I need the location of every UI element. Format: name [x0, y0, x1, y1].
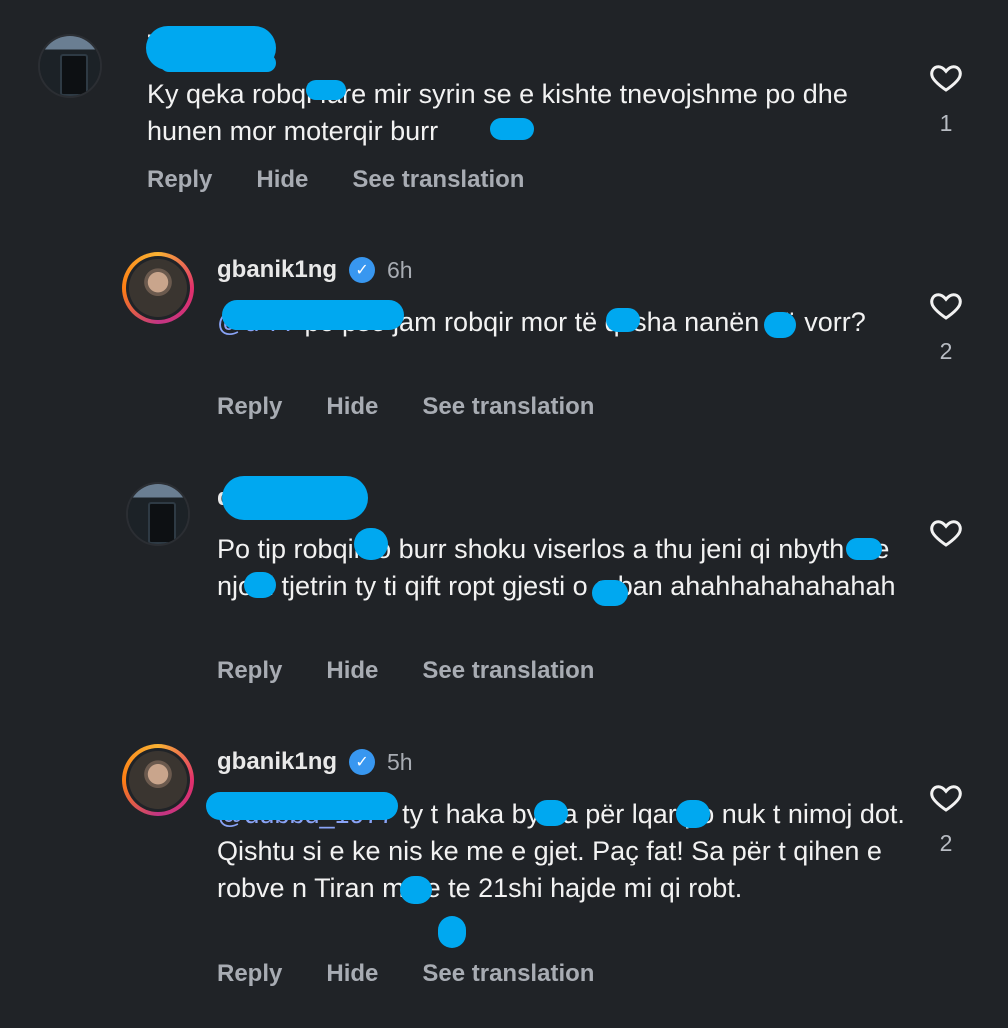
hide-button[interactable]: Hide [256, 166, 308, 194]
redaction-mark [438, 916, 466, 948]
redaction-mark [160, 54, 276, 72]
heart-icon[interactable] [928, 60, 964, 96]
avatar[interactable] [38, 34, 102, 98]
hide-button[interactable]: Hide [326, 960, 378, 988]
redaction-mark [222, 476, 368, 520]
timestamp: 5h [387, 748, 413, 775]
heart-icon[interactable] [928, 288, 964, 324]
see-translation-button[interactable]: See translation [422, 960, 594, 988]
redaction-mark [244, 572, 276, 598]
redaction-mark [676, 800, 710, 828]
reply-button[interactable]: Reply [217, 393, 282, 421]
avatar[interactable] [122, 252, 194, 324]
avatar[interactable] [126, 482, 190, 546]
reply-button[interactable]: Reply [217, 657, 282, 685]
avatar[interactable] [122, 744, 194, 816]
like-count: 2 [939, 830, 953, 856]
reply-button[interactable]: Reply [147, 166, 212, 194]
redaction-mark [206, 792, 398, 820]
verified-badge-icon: ✓ [349, 749, 376, 775]
see-translation-button[interactable]: See translation [422, 657, 594, 685]
reply-button[interactable]: Reply [217, 960, 282, 988]
redaction-mark [534, 800, 568, 826]
verified-badge-icon: ✓ [349, 257, 376, 283]
see-translation-button[interactable]: See translation [352, 166, 524, 194]
redaction-mark [400, 876, 432, 904]
redaction-mark [490, 118, 534, 140]
like-count: 1 [939, 110, 953, 136]
redaction-mark [846, 538, 882, 560]
hide-button[interactable]: Hide [326, 393, 378, 421]
redaction-mark [606, 308, 640, 332]
redaction-mark [592, 580, 628, 606]
redaction-mark [354, 528, 388, 560]
see-translation-button[interactable]: See translation [422, 393, 594, 421]
heart-icon[interactable] [928, 515, 964, 551]
comment-text: Po tip robqiri o burr shoku viserlos a t… [217, 534, 896, 601]
redaction-mark [222, 300, 404, 330]
redaction-mark [764, 312, 796, 338]
hide-button[interactable]: Hide [326, 657, 378, 685]
like-count: 2 [939, 338, 953, 364]
heart-icon[interactable] [928, 780, 964, 816]
username[interactable]: gbanik1ng [217, 256, 337, 284]
username[interactable]: gbanik1ng [217, 748, 337, 776]
timestamp: 6h [387, 256, 413, 283]
redaction-mark [306, 80, 346, 100]
